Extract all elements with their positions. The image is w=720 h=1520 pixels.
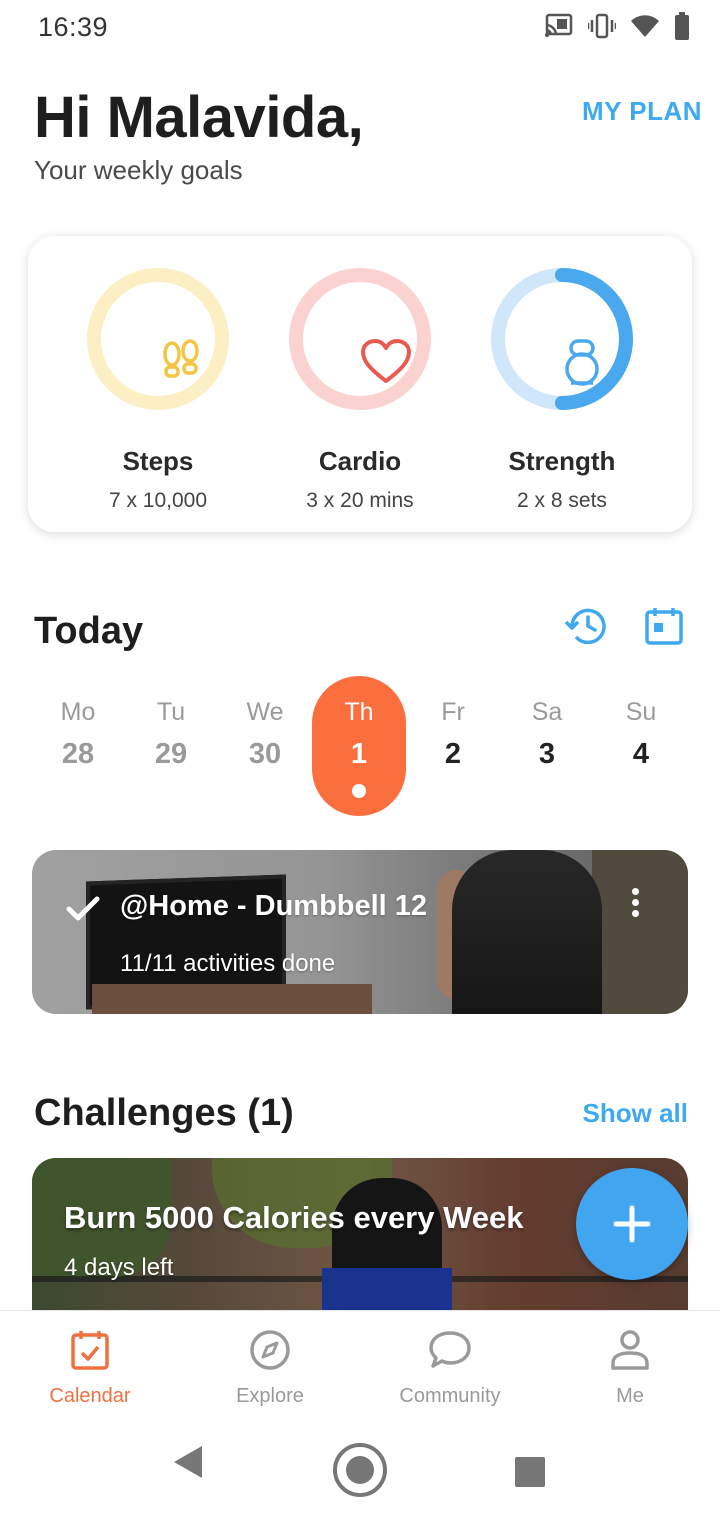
status-icons: [544, 12, 690, 40]
day-number: 29: [154, 738, 188, 770]
workout-progress: 11/11 activities done: [120, 950, 336, 977]
goal-name: Steps: [122, 446, 194, 476]
compass-icon: [249, 1329, 291, 1376]
nav-label: Community: [399, 1385, 501, 1407]
workout-card[interactable]: @Home - Dumbbell 12 11/11 activities don…: [32, 850, 688, 1014]
day-name: Sa: [531, 698, 563, 726]
day-tu[interactable]: Tu 29: [124, 676, 218, 816]
system-nav-bar: [0, 1426, 720, 1520]
day-fr[interactable]: Fr 2: [406, 676, 500, 816]
day-we[interactable]: We 30: [218, 676, 312, 816]
goal-name: Strength: [508, 446, 616, 476]
nav-community[interactable]: Community: [360, 1311, 540, 1427]
today-title: Today: [34, 610, 144, 652]
strength-progress-ring: [489, 266, 635, 412]
challenge-title: Burn 5000 Calories every Week: [64, 1200, 524, 1235]
steps-progress-ring: [85, 266, 231, 412]
battery-icon: [674, 12, 690, 40]
nav-label: Calendar: [49, 1385, 131, 1407]
day-sa[interactable]: Sa 3: [500, 676, 594, 816]
add-fab-button[interactable]: [576, 1168, 688, 1280]
activity-dot: [352, 784, 366, 798]
goal-steps[interactable]: Steps 7 x 10,000: [58, 266, 258, 513]
more-options-icon[interactable]: [632, 888, 640, 921]
challenge-time-left: 4 days left: [64, 1254, 174, 1281]
goal-name: Cardio: [318, 446, 402, 476]
day-th-selected[interactable]: Th 1: [312, 676, 406, 816]
nav-label: Me: [616, 1385, 644, 1407]
day-name: Tu: [156, 698, 186, 726]
checkmark-icon: [66, 896, 100, 927]
weekly-goals-card: Steps 7 x 10,000 Cardio 3 x 20 mins Stre…: [28, 236, 692, 532]
chat-bubble-icon: [428, 1329, 472, 1376]
my-plan-link[interactable]: MY PLAN: [582, 96, 702, 127]
day-number: 1: [350, 738, 368, 770]
home-icon[interactable]: [332, 1442, 388, 1503]
nav-me[interactable]: Me: [540, 1311, 720, 1427]
week-day-picker: Mo 28 Tu 29 We 30 Th 1 Fr 2 Sa 3 Su 4: [30, 676, 690, 816]
calendar-icon[interactable]: [644, 606, 684, 651]
day-su[interactable]: Su 4: [594, 676, 688, 816]
wifi-icon: [630, 14, 660, 38]
workout-image-overlay: [32, 850, 688, 1014]
day-number: 4: [632, 738, 650, 770]
day-number: 30: [248, 738, 282, 770]
day-name: Su: [625, 698, 657, 726]
nav-explore[interactable]: Explore: [180, 1311, 360, 1427]
recents-icon[interactable]: [514, 1456, 546, 1493]
greeting-title: Hi Malavida,: [34, 85, 364, 150]
cast-icon: [544, 13, 574, 39]
challenges-title: Challenges (1): [34, 1092, 294, 1134]
person-icon: [610, 1329, 650, 1376]
goal-strength[interactable]: Strength 2 x 8 sets: [462, 266, 662, 513]
nav-calendar[interactable]: Calendar: [0, 1311, 180, 1427]
day-name: We: [246, 698, 284, 726]
day-mo[interactable]: Mo 28: [31, 676, 125, 816]
calendar-check-icon: [70, 1329, 110, 1376]
day-name: Fr: [441, 698, 465, 726]
goal-target: 2 x 8 sets: [517, 489, 607, 512]
day-number: 3: [538, 738, 556, 770]
status-time: 16:39: [38, 12, 109, 42]
weekly-goals-subtitle: Your weekly goals: [34, 155, 243, 185]
back-icon[interactable]: [172, 1444, 206, 1485]
plus-icon: [613, 1205, 651, 1243]
day-number: 2: [444, 738, 462, 770]
day-name: Th: [344, 698, 374, 726]
status-bar: 16:39: [0, 0, 720, 56]
nav-label: Explore: [236, 1385, 304, 1407]
cardio-progress-ring: [287, 266, 433, 412]
show-all-link[interactable]: Show all: [583, 1098, 688, 1129]
today-actions: [564, 606, 684, 651]
workout-title: @Home - Dumbbell 12: [120, 890, 428, 922]
goal-target: 7 x 10,000: [108, 489, 208, 512]
vibrate-icon: [588, 13, 616, 39]
goal-target: 3 x 20 mins: [306, 489, 414, 512]
goal-cardio[interactable]: Cardio 3 x 20 mins: [260, 266, 460, 513]
day-name: Mo: [60, 698, 96, 726]
bottom-nav: Calendar Explore Community Me: [0, 1310, 720, 1426]
day-number: 28: [61, 738, 95, 770]
history-icon[interactable]: [564, 606, 608, 651]
